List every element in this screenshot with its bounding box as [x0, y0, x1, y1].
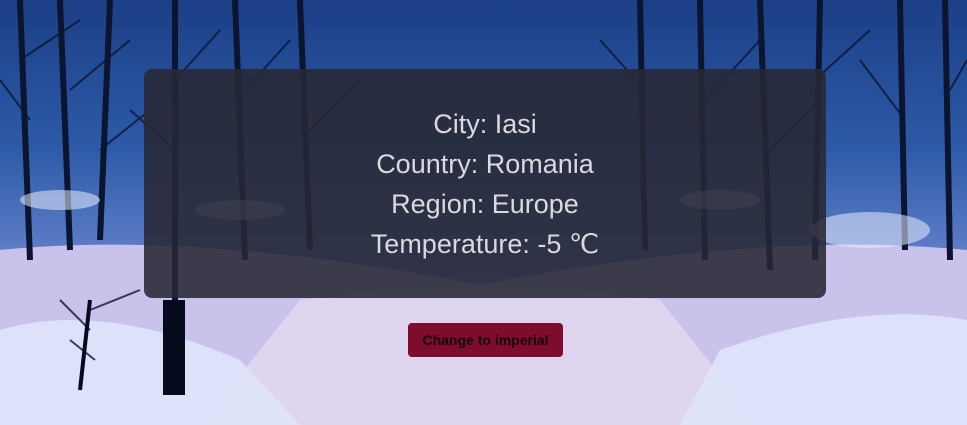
- city-text: City: Iasi: [433, 108, 537, 139]
- weather-info-card: City: Iasi Country: Romania Region: Euro…: [144, 69, 826, 298]
- temperature-text: Temperature: -5 ℃: [370, 228, 600, 259]
- region-text: Region: Europe: [391, 188, 579, 219]
- change-units-button[interactable]: Change to imperial: [408, 323, 563, 357]
- country-text: Country: Romania: [376, 148, 594, 179]
